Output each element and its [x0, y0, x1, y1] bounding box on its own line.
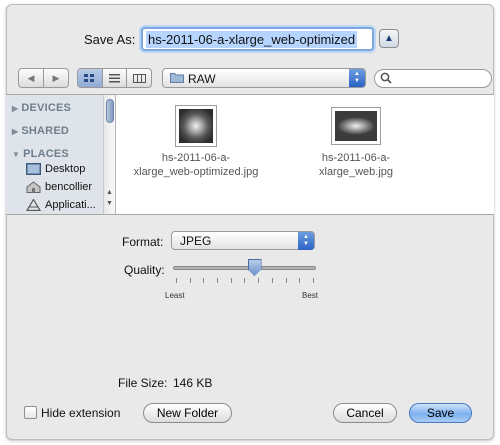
home-icon — [26, 181, 41, 193]
file-name: hs-2011-06-a- xlarge_web-optimized.jpg — [133, 152, 259, 178]
image-thumbnail — [175, 105, 217, 147]
applications-icon — [26, 199, 41, 211]
format-value: JPEG — [180, 234, 212, 248]
icon-view-icon — [84, 73, 95, 82]
disclosure-down-icon: ▼ — [12, 150, 21, 159]
sidebar-section-shared[interactable]: ▶ SHARED — [12, 125, 69, 137]
location-popup[interactable]: RAW ▲ ▼ — [162, 68, 366, 88]
sidebar-item-applications[interactable]: Applicati... — [26, 199, 96, 211]
search-icon — [380, 72, 392, 84]
hide-extension-label[interactable]: Hide extension — [41, 406, 120, 420]
scroll-down-icon[interactable]: ▼ — [106, 200, 113, 207]
file-size-value: 146 KB — [173, 376, 213, 390]
cancel-button[interactable]: Cancel — [333, 403, 397, 423]
column-view-button[interactable] — [126, 69, 151, 87]
save-as-label: Save As: — [84, 32, 136, 47]
hide-extension-checkbox[interactable] — [24, 406, 37, 419]
folder-icon — [170, 73, 184, 83]
forward-button[interactable]: ▶ — [43, 69, 68, 87]
list-view-button[interactable] — [101, 69, 127, 87]
filename-input[interactable]: hs-2011-06-a-xlarge_web-optimized — [141, 27, 374, 51]
back-button[interactable]: ◀ — [19, 69, 43, 87]
save-dialog: Save As: hs-2011-06-a-xlarge_web-optimiz… — [6, 4, 494, 440]
sidebar-item-desktop[interactable]: Desktop — [26, 163, 85, 175]
quality-min-label: Least — [165, 291, 185, 300]
view-mode-control — [77, 68, 152, 88]
desktop-icon — [26, 163, 41, 175]
scroll-up-icon[interactable]: ▲ — [106, 189, 113, 196]
disclosure-right-icon: ▶ — [12, 127, 19, 136]
scrollbar-thumb[interactable] — [106, 99, 114, 123]
sidebar-scrollbar[interactable]: ▲ ▼ — [103, 95, 115, 214]
back-arrow-icon: ◀ — [27, 72, 35, 83]
quality-max-label: Best — [302, 291, 319, 300]
filename-value[interactable]: hs-2011-06-a-xlarge_web-optimized — [146, 31, 358, 48]
popup-arrows-icon: ▲ ▼ — [349, 69, 365, 87]
format-popup[interactable]: JPEG ▲ ▼ — [171, 231, 315, 250]
sidebar: ▶ DEVICES ▶ SHARED ▼ PLACES Desktop bencoll… — [6, 95, 116, 214]
file-size-label: File Size: — [118, 376, 168, 390]
file-item[interactable]: hs-2011-06-a- xlarge_web-optimized.jpg — [121, 105, 271, 179]
sidebar-item-home[interactable]: bencollier — [26, 181, 92, 193]
file-browser: ▶ DEVICES ▶ SHARED ▼ PLACES Desktop bencoll… — [6, 94, 494, 215]
file-item[interactable]: hs-2011-06-a- xlarge_web.jpg — [301, 105, 411, 179]
list-view-icon — [109, 73, 120, 82]
collapse-button[interactable]: ▲ — [379, 29, 399, 48]
icon-view-button[interactable] — [78, 69, 102, 87]
back-forward-control: ◀ ▶ — [18, 68, 69, 88]
format-label: Format: — [122, 235, 164, 249]
location-label: RAW — [188, 72, 216, 86]
quality-slider[interactable] — [173, 266, 316, 270]
file-name: hs-2011-06-a- xlarge_web.jpg — [319, 152, 393, 178]
disclosure-right-icon: ▶ — [12, 104, 19, 113]
sidebar-section-devices[interactable]: ▶ DEVICES — [12, 102, 71, 114]
column-view-icon — [132, 73, 146, 83]
forward-arrow-icon: ▶ — [52, 72, 60, 83]
search-input[interactable] — [374, 69, 492, 88]
quality-label: Quality: — [124, 263, 165, 277]
chevron-up-icon: ▲ — [384, 33, 394, 44]
slider-ticks — [176, 278, 314, 284]
new-folder-button[interactable]: New Folder — [143, 403, 232, 423]
save-button[interactable]: Save — [409, 403, 472, 423]
sidebar-section-places[interactable]: ▼ PLACES — [12, 148, 69, 160]
image-thumbnail — [331, 107, 381, 145]
popup-arrows-icon: ▲ ▼ — [298, 232, 314, 250]
